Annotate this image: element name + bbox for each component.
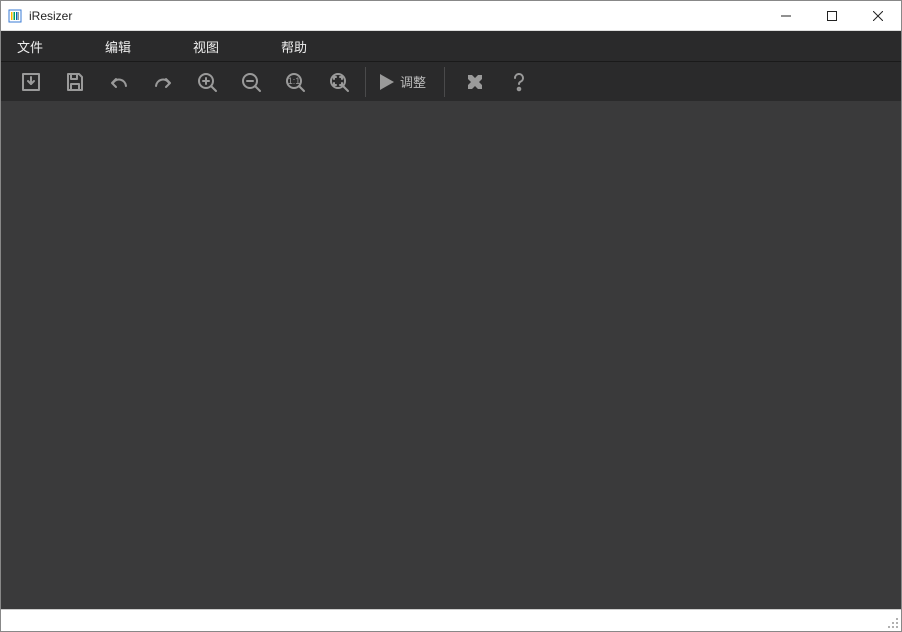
redo-button[interactable] bbox=[141, 63, 185, 101]
titlebar: iResizer bbox=[1, 1, 901, 31]
zoom-fit-icon bbox=[327, 70, 351, 94]
toolbar: 1:1 调整 bbox=[1, 61, 901, 101]
toolbar-separator bbox=[365, 67, 366, 97]
run-button[interactable]: 调整 bbox=[374, 63, 440, 101]
help-button[interactable] bbox=[497, 63, 541, 101]
app-icon bbox=[7, 8, 23, 24]
close-button[interactable] bbox=[855, 1, 901, 31]
canvas-area[interactable] bbox=[1, 101, 901, 609]
help-icon bbox=[507, 70, 531, 94]
run-label: 调整 bbox=[400, 72, 426, 91]
redo-icon bbox=[151, 70, 175, 94]
zoom-actual-icon: 1:1 bbox=[283, 70, 307, 94]
open-file-button[interactable] bbox=[9, 63, 53, 101]
play-icon bbox=[374, 70, 398, 94]
zoom-out-icon bbox=[239, 70, 263, 94]
minimize-button[interactable] bbox=[763, 1, 809, 31]
zoom-in-button[interactable] bbox=[185, 63, 229, 101]
maximize-button[interactable] bbox=[809, 1, 855, 31]
undo-icon bbox=[107, 70, 131, 94]
zoom-out-button[interactable] bbox=[229, 63, 273, 101]
save-icon bbox=[63, 70, 87, 94]
save-button[interactable] bbox=[53, 63, 97, 101]
menu-view[interactable]: 视图 bbox=[183, 31, 229, 62]
toolbar-separator bbox=[444, 67, 445, 97]
open-file-icon bbox=[19, 70, 43, 94]
menu-edit[interactable]: 编辑 bbox=[95, 31, 141, 62]
close-icon bbox=[463, 70, 487, 94]
menu-help[interactable]: 帮助 bbox=[271, 31, 317, 62]
resize-grip-icon[interactable] bbox=[887, 617, 899, 629]
zoom-actual-button[interactable]: 1:1 bbox=[273, 63, 317, 101]
window-title: iResizer bbox=[29, 9, 72, 23]
menubar: 文件 编辑 视图 帮助 bbox=[1, 31, 901, 61]
zoom-in-icon bbox=[195, 70, 219, 94]
undo-button[interactable] bbox=[97, 63, 141, 101]
cancel-button[interactable] bbox=[453, 63, 497, 101]
statusbar bbox=[1, 609, 901, 631]
zoom-fit-button[interactable] bbox=[317, 63, 361, 101]
svg-text:1:1: 1:1 bbox=[288, 76, 301, 86]
menu-file[interactable]: 文件 bbox=[7, 31, 53, 62]
